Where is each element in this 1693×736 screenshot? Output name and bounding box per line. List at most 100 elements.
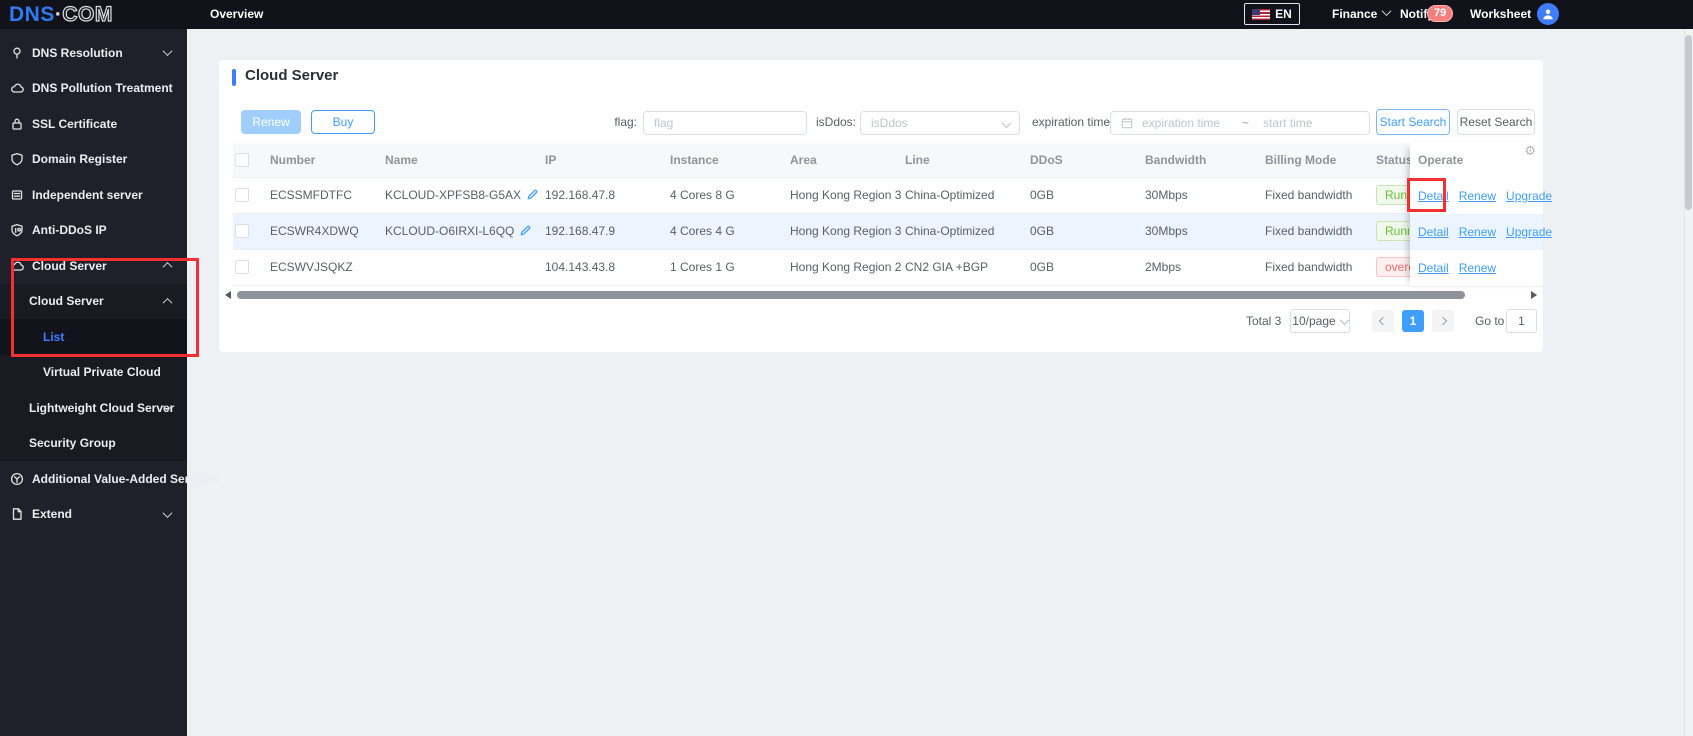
- sidebar-item-virtual-private-cloud-l2[interactable]: Virtual Private Cloud: [0, 354, 187, 390]
- sidebar-item-cloud-server[interactable]: Cloud Server: [0, 248, 187, 284]
- cell-ip: 192.168.47.9: [545, 214, 670, 249]
- cell-number: ECSSMFDTFC: [270, 178, 385, 213]
- sidebar-item-lightweight-cloud-server-l1[interactable]: Lightweight Cloud Server: [0, 390, 187, 426]
- cell-ip: 192.168.47.8: [545, 178, 670, 213]
- nav-overview[interactable]: Overview: [210, 0, 263, 29]
- sidebar-item-label: DNS Resolution: [32, 45, 123, 60]
- cell-name: KCLOUD-XPFSB8-G5AX: [385, 178, 545, 213]
- cell-line-text: China-Optimized: [905, 224, 995, 238]
- server-table: Number Name IP Instance Area Line DDoS Bandwidt…: [233, 143, 1543, 286]
- sidebar-item-additional-value-added-services[interactable]: Additional Value-Added Services: [0, 461, 219, 497]
- reset-search-button[interactable]: Reset Search: [1457, 109, 1535, 135]
- renew-link[interactable]: Renew: [1459, 225, 1496, 239]
- operate-row: Detail Renew Upgrade: [1410, 178, 1552, 214]
- sidebar-item-label: Additional Value-Added Services: [32, 471, 220, 486]
- column-header-name: Name: [385, 153, 418, 167]
- sidebar-item-dns-resolution[interactable]: DNS Resolution: [0, 35, 187, 71]
- chevron-up-icon: [162, 261, 173, 272]
- pagination-total: Total 3: [1246, 314, 1282, 328]
- sidebar-item-domain-register[interactable]: Domain Register: [0, 142, 187, 178]
- isddos-select[interactable]: isDdos: [860, 111, 1020, 135]
- cloud-icon: [10, 81, 24, 95]
- cell-ip-text: 192.168.47.9: [545, 224, 616, 238]
- upgrade-link[interactable]: Upgrade: [1506, 225, 1552, 239]
- range-separator: ~: [1242, 116, 1250, 130]
- detail-link[interactable]: Detail: [1418, 261, 1449, 275]
- cell-line: China-Optimized: [905, 178, 1030, 213]
- row-checkbox[interactable]: [235, 224, 249, 238]
- dns-com-logo[interactable]: DNS·COM: [9, 0, 113, 29]
- table-header-row: Number Name IP Instance Area Line DDoS Bandwidt…: [233, 143, 1543, 178]
- hscroll-right-arrow-icon[interactable]: [1531, 291, 1537, 299]
- renew-link[interactable]: Renew: [1459, 261, 1496, 275]
- cell-billing: Fixed bandwidth: [1265, 214, 1376, 249]
- cell-billing-text: Fixed bandwidth: [1265, 260, 1353, 274]
- nav-worksheet[interactable]: Worksheet: [1470, 0, 1531, 29]
- sidebar-item-extend[interactable]: Extend: [0, 497, 187, 533]
- column-header-ddos: DDoS: [1030, 153, 1063, 167]
- cell-line: CN2 GIA +BGP: [905, 250, 1030, 285]
- language-selector[interactable]: EN: [1244, 3, 1300, 25]
- cell-name-text: KCLOUD-O6IRXI-L6QQ: [385, 224, 515, 238]
- logo-dns-text: DNS: [9, 3, 55, 26]
- renew-button[interactable]: Renew: [241, 110, 301, 134]
- row-checkbox[interactable]: [235, 260, 249, 274]
- sidebar-item-label: Security Group: [29, 436, 116, 451]
- page-size-select[interactable]: 10/page: [1290, 309, 1350, 333]
- cell-area: Hong Kong Region 2: [790, 250, 905, 285]
- cell-bandwidth-text: 30Mbps: [1145, 224, 1188, 238]
- person-icon: [1543, 9, 1553, 20]
- table-row: ECSWVJSQKZ 104.143.43.8 1 Cores 1 G Hong Ko…: [233, 250, 1543, 286]
- sidebar-item-list-l2[interactable]: List: [0, 319, 187, 355]
- cell-name-text: KCLOUD-XPFSB8-G5AX: [385, 188, 522, 202]
- pagination-next-button[interactable]: [1432, 310, 1454, 332]
- buy-button[interactable]: Buy: [311, 110, 375, 134]
- sidebar-item-label: Domain Register: [32, 152, 128, 167]
- chevron-left-icon: [1378, 316, 1388, 326]
- upgrade-link[interactable]: Upgrade: [1506, 189, 1552, 203]
- nav-finance[interactable]: Finance: [1332, 0, 1392, 29]
- sidebar-item-anti-ddos-ip[interactable]: Anti-DDoS IP: [0, 213, 187, 249]
- renew-link[interactable]: Renew: [1459, 189, 1496, 203]
- cell-bandwidth: 30Mbps: [1145, 178, 1265, 213]
- sidebar-item-security-group-l1[interactable]: Security Group: [0, 425, 187, 461]
- pagination-prev-button[interactable]: [1372, 310, 1394, 332]
- sidebar-item-independent-server[interactable]: Independent server: [0, 177, 187, 213]
- flag-input[interactable]: flag: [643, 111, 807, 135]
- chevron-up-icon: [162, 297, 173, 308]
- select-all-checkbox[interactable]: [235, 153, 249, 167]
- horizontal-scrollbar-thumb[interactable]: [237, 291, 1465, 299]
- sidebar-item-cloud-server-l1[interactable]: Cloud Server: [0, 283, 187, 319]
- isddos-placeholder: isDdos: [871, 116, 908, 130]
- location-icon: [10, 46, 24, 60]
- hscroll-left-arrow-icon[interactable]: [225, 291, 231, 299]
- cell-ip-text: 192.168.47.8: [545, 188, 616, 202]
- gear-icon[interactable]: ⚙: [1524, 144, 1536, 158]
- sidebar-item-label: Lightweight Cloud Server: [29, 400, 175, 415]
- column-header-area: Area: [790, 153, 817, 167]
- detail-link[interactable]: Detail: [1418, 189, 1449, 203]
- detail-link[interactable]: Detail: [1418, 225, 1449, 239]
- cell-ip-text: 104.143.43.8: [545, 260, 616, 274]
- cell-number: ECSWR4XDWQ: [270, 214, 385, 249]
- sidebar-item-label: List: [43, 329, 65, 344]
- vertical-scrollbar-thumb[interactable]: [1685, 35, 1692, 210]
- pagination-page-1[interactable]: 1: [1402, 310, 1424, 332]
- sidebar-item-dns-pollution-treatment[interactable]: DNS Pollution Treatment: [0, 71, 187, 107]
- user-avatar[interactable]: [1537, 3, 1559, 25]
- goto-page-input[interactable]: 1: [1506, 309, 1537, 333]
- edit-name-icon[interactable]: [527, 189, 538, 200]
- expiration-filter-label: expiration time:: [1032, 115, 1114, 129]
- edit-name-icon[interactable]: [520, 225, 531, 236]
- cell-bandwidth-text: 2Mbps: [1145, 260, 1182, 274]
- expiration-date-range[interactable]: expiration time ~ start time: [1110, 111, 1370, 135]
- title-accent-bar: [232, 69, 236, 86]
- sidebar-item-ssl-certificate[interactable]: SSL Certificate: [0, 106, 187, 142]
- calendar-icon: [1121, 117, 1133, 129]
- row-checkbox[interactable]: [235, 188, 249, 202]
- sidebar-item-label: SSL Certificate: [32, 116, 118, 131]
- operate-row: Detail Renew Upgrade: [1410, 214, 1552, 250]
- cell-ddos: 0GB: [1030, 214, 1145, 249]
- start-search-button[interactable]: Start Search: [1376, 109, 1450, 135]
- expiration-start-placeholder: expiration time: [1142, 116, 1221, 130]
